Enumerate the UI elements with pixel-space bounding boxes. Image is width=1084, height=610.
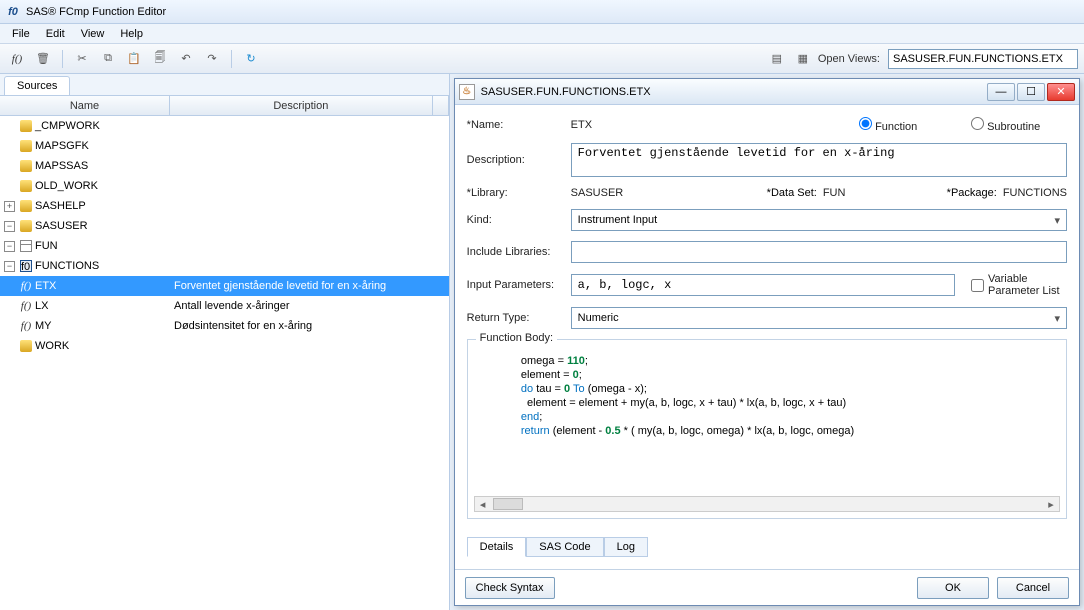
return-type-combo[interactable]: Numeric▾ xyxy=(571,307,1067,329)
open-views-field[interactable]: SASUSER.FUN.FUNCTIONS.ETX xyxy=(888,49,1078,69)
tree-node-cmpwork[interactable]: _CMPWORK xyxy=(0,116,449,136)
tree-node-work[interactable]: WORK xyxy=(0,336,449,356)
dataset-label: *Data Set: xyxy=(767,187,817,199)
java-icon: ♨ xyxy=(459,84,475,100)
function-body-label: Function Body: xyxy=(476,332,557,344)
app-title: SAS® FCmp Function Editor xyxy=(26,6,166,18)
collapse-icon[interactable]: − xyxy=(4,221,15,232)
description-label: Description: xyxy=(467,154,563,166)
maximize-button[interactable]: ☐ xyxy=(1017,83,1045,101)
collapse-icon[interactable]: − xyxy=(4,241,15,252)
paste-button[interactable]: 📋 xyxy=(123,48,145,70)
library-value: SASUSER xyxy=(571,187,624,199)
app-icon: f0 xyxy=(6,5,20,19)
package-label: *Package: xyxy=(947,187,997,199)
scroll-thumb[interactable] xyxy=(493,498,523,510)
delete-button[interactable]: 🗑 xyxy=(32,48,54,70)
sources-panel: Sources Name Description _CMPWORK MAPSGF… xyxy=(0,74,450,610)
tree-node-fun[interactable]: −FUN xyxy=(0,236,449,256)
tree-node-sasuser[interactable]: −SASUSER xyxy=(0,216,449,236)
editor-window-title: SASUSER.FUN.FUNCTIONS.ETX xyxy=(481,86,651,98)
tree-node-oldwork[interactable]: OLD_WORK xyxy=(0,176,449,196)
radio-function[interactable]: Function xyxy=(859,117,955,133)
refresh-button[interactable]: ↻ xyxy=(240,48,262,70)
check-syntax-button[interactable]: Check Syntax xyxy=(465,577,555,599)
new-function-button[interactable]: f() xyxy=(6,48,28,70)
dataset-value: FUN xyxy=(823,187,846,199)
package-value: FUNCTIONS xyxy=(1003,187,1067,199)
cascade-windows-button[interactable]: ▤ xyxy=(766,48,788,70)
editor-footer: Check Syntax OK Cancel xyxy=(455,569,1079,605)
tab-details[interactable]: Details xyxy=(467,537,527,557)
left-tabstrip: Sources xyxy=(0,74,449,96)
tree-node-etx[interactable]: f()ETXForventet gjenstående levetid for … xyxy=(0,276,449,296)
input-parameters-field[interactable] xyxy=(571,274,955,296)
chevron-down-icon: ▾ xyxy=(1054,214,1060,227)
scroll-left-icon[interactable]: ◂ xyxy=(475,497,491,511)
redo-button[interactable]: ↷ xyxy=(201,48,223,70)
code-editor[interactable]: omega = 110; element = 0; do tau = 0 To … xyxy=(474,350,1060,492)
function-body-fieldset: Function Body: omega = 110; element = 0;… xyxy=(467,339,1067,519)
tree-node-functions[interactable]: −f0FUNCTIONS xyxy=(0,256,449,276)
menu-edit[interactable]: Edit xyxy=(40,26,71,42)
app-titlebar: f0 SAS® FCmp Function Editor xyxy=(0,0,1084,24)
toolbar: f() 🗑 ✂ ⧉ 📋 🗐 ↶ ↷ ↻ ▤ ▦ Open Views: SASU… xyxy=(0,44,1084,74)
duplicate-button[interactable]: 🗐 xyxy=(149,48,171,70)
radio-subroutine[interactable]: Subroutine xyxy=(971,117,1067,133)
bottom-tabstrip: Details SAS Code Log xyxy=(467,537,1067,557)
tree-node-lx[interactable]: f()LXAntall levende x-åringer xyxy=(0,296,449,316)
menubar: File Edit View Help xyxy=(0,24,1084,44)
params-label: Input Parameters: xyxy=(467,279,563,291)
editor-titlebar[interactable]: ♨ SASUSER.FUN.FUNCTIONS.ETX — ☐ ✕ xyxy=(455,79,1079,105)
tile-windows-button[interactable]: ▦ xyxy=(792,48,814,70)
copy-button[interactable]: ⧉ xyxy=(97,48,119,70)
tree-node-my[interactable]: f()MYDødsintensitet for en x-åring xyxy=(0,316,449,336)
menu-file[interactable]: File xyxy=(6,26,36,42)
chevron-down-icon: ▾ xyxy=(1054,312,1060,325)
tree-node-mapsgfk[interactable]: MAPSGFK xyxy=(0,136,449,156)
include-libraries-field[interactable] xyxy=(571,241,1067,263)
name-value: ETX xyxy=(571,119,592,131)
expand-icon[interactable]: + xyxy=(4,201,15,212)
library-label: *Library: xyxy=(467,187,563,199)
tree-header: Name Description xyxy=(0,96,449,116)
kind-combo[interactable]: Instrument Input▾ xyxy=(571,209,1067,231)
menu-view[interactable]: View xyxy=(75,26,111,42)
kind-label: Kind: xyxy=(467,214,563,226)
close-button[interactable]: ✕ xyxy=(1047,83,1075,101)
tab-log[interactable]: Log xyxy=(604,537,648,557)
name-label: *Name: xyxy=(467,119,563,131)
open-views-label: Open Views: xyxy=(818,53,880,65)
tree-node-mapssas[interactable]: MAPSSAS xyxy=(0,156,449,176)
cancel-button[interactable]: Cancel xyxy=(997,577,1069,599)
description-field[interactable]: Forventet gjenstående levetid for en x-å… xyxy=(571,143,1067,177)
minimize-button[interactable]: — xyxy=(987,83,1015,101)
variable-param-checkbox[interactable]: Variable Parameter List xyxy=(971,273,1067,297)
scroll-right-icon[interactable]: ▸ xyxy=(1043,497,1059,511)
tree-node-sashelp[interactable]: +SASHELP xyxy=(0,196,449,216)
return-type-label: Return Type: xyxy=(467,312,563,324)
ok-button[interactable]: OK xyxy=(917,577,989,599)
tab-sas-code[interactable]: SAS Code xyxy=(526,537,603,557)
cut-button[interactable]: ✂ xyxy=(71,48,93,70)
col-name[interactable]: Name xyxy=(0,96,170,115)
code-hscrollbar[interactable]: ◂▸ xyxy=(474,496,1060,512)
collapse-icon[interactable]: − xyxy=(4,261,15,272)
tree[interactable]: _CMPWORK MAPSGFK MAPSSAS OLD_WORK +SASHE… xyxy=(0,116,449,610)
tab-sources[interactable]: Sources xyxy=(4,76,70,95)
menu-help[interactable]: Help xyxy=(114,26,149,42)
undo-button[interactable]: ↶ xyxy=(175,48,197,70)
include-label: Include Libraries: xyxy=(467,246,563,258)
col-description[interactable]: Description xyxy=(170,96,433,115)
editor-window: ♨ SASUSER.FUN.FUNCTIONS.ETX — ☐ ✕ *Name:… xyxy=(454,78,1080,606)
